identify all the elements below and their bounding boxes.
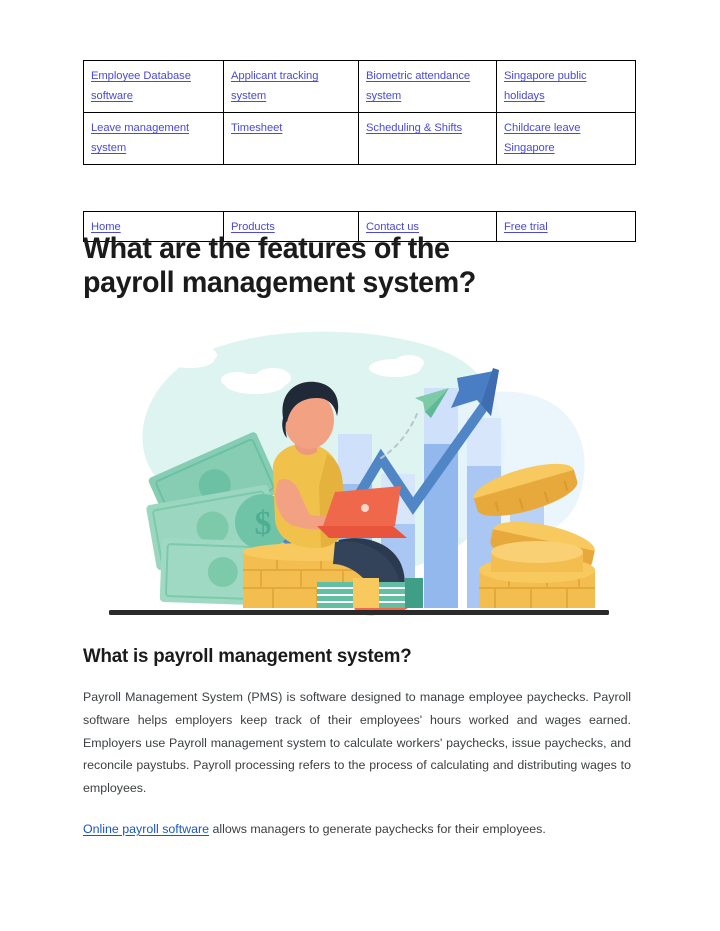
banknote-bundle-icon	[317, 578, 423, 608]
section-heading: What is payroll management system?	[83, 645, 412, 667]
page-title: What are the features of the payroll man…	[83, 232, 476, 299]
table-row: Employee Database software Applicant tra…	[83, 60, 636, 113]
link-employee-database-software[interactable]: Employee Database software	[91, 70, 191, 102]
article-body: Payroll Management System (PMS) is softw…	[83, 686, 631, 841]
feature-links-table: Employee Database software Applicant tra…	[83, 60, 636, 165]
link-childcare-leave-singapore[interactable]: Childcare leave Singapore	[504, 122, 580, 154]
link-singapore-public-holidays[interactable]: Singapore public holidays	[504, 70, 587, 102]
paragraph-online-payroll-rest: allows managers to generate paychecks fo…	[209, 821, 546, 836]
payroll-illustration: $	[109, 331, 609, 616]
link-timesheet[interactable]: Timesheet	[231, 122, 282, 134]
paragraph-definition: Payroll Management System (PMS) is softw…	[83, 690, 631, 796]
svg-text:$: $	[255, 505, 272, 542]
link-leave-management-system[interactable]: Leave management system	[91, 122, 189, 154]
table-cell: Scheduling & Shifts	[358, 112, 497, 165]
link-biometric-attendance-system[interactable]: Biometric attendance system	[366, 70, 470, 102]
coin-stack-right-icon	[479, 541, 595, 608]
table-cell: Singapore public holidays	[496, 60, 636, 113]
link-scheduling-and-shifts[interactable]: Scheduling & Shifts	[366, 122, 462, 134]
table-cell: Leave management system	[83, 112, 224, 165]
table-cell: Employee Database software	[83, 60, 224, 113]
link-applicant-tracking-system[interactable]: Applicant tracking system	[231, 70, 318, 102]
ground-line	[109, 610, 609, 615]
paragraph-online-payroll: Online payroll software allows managers …	[83, 818, 631, 841]
table-cell: Timesheet	[223, 112, 359, 165]
table-cell: Biometric attendance system	[358, 60, 497, 113]
table-cell: Childcare leave Singapore	[496, 112, 636, 165]
table-row: Leave management system Timesheet Schedu…	[83, 112, 636, 165]
table-cell: Applicant tracking system	[223, 60, 359, 113]
link-online-payroll-software[interactable]: Online payroll software	[83, 822, 209, 836]
